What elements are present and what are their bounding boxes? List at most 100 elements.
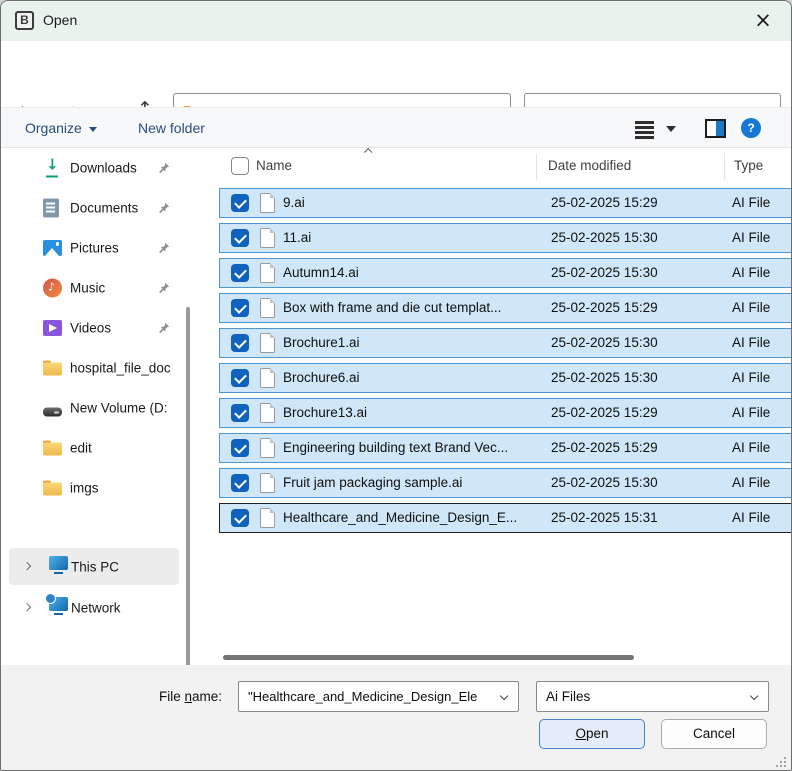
- file-name: Autumn14.ai: [283, 265, 359, 280]
- close-icon[interactable]: ×: [749, 7, 777, 35]
- file-date: 25-02-2025 15:29: [551, 195, 658, 210]
- new-folder-label: New folder: [138, 120, 205, 136]
- file-name-value[interactable]: "Healthcare_and_Medicine_Design_Ele: [248, 689, 490, 704]
- file-row[interactable]: Brochure13.ai 25-02-2025 15:29 AI File: [219, 398, 792, 428]
- view-options-caret-icon[interactable]: [666, 126, 676, 132]
- row-checkbox[interactable]: [231, 264, 249, 282]
- sidebar-item-music[interactable]: Music: [1, 268, 186, 308]
- file-icon: [260, 263, 275, 283]
- row-checkbox[interactable]: [231, 194, 249, 212]
- row-checkbox[interactable]: [231, 369, 249, 387]
- file-list-pane: Name Date modified Type 9.ai 25-02-2025 …: [201, 148, 792, 665]
- file-row[interactable]: Engineering building text Brand Vec... 2…: [219, 433, 792, 463]
- expand-chevron-icon[interactable]: [23, 562, 32, 571]
- sidebar-item-this-pc[interactable]: This PC: [9, 548, 179, 585]
- file-type: AI File: [732, 510, 770, 525]
- file-date: 25-02-2025 15:30: [551, 335, 658, 350]
- file-type-combobox[interactable]: Ai Files: [536, 681, 769, 712]
- file-row[interactable]: 11.ai 25-02-2025 15:30 AI File: [219, 223, 792, 253]
- file-date: 25-02-2025 15:30: [551, 370, 658, 385]
- music-icon: [43, 279, 62, 298]
- file-name: 11.ai: [283, 230, 311, 245]
- sidebar-item-hospital-file-doc[interactable]: hospital_file_doc: [1, 348, 186, 388]
- column-header-type[interactable]: Type: [734, 158, 763, 173]
- file-row[interactable]: Brochure1.ai 25-02-2025 15:30 AI File: [219, 328, 792, 358]
- sidebar-item-label: imgs: [70, 481, 99, 496]
- open-dialog: B Open × ← → ↑ « New ... › smaple_ai...: [0, 0, 792, 771]
- file-icon: [260, 473, 275, 493]
- column-divider[interactable]: [724, 154, 725, 180]
- expand-chevron-icon[interactable]: [23, 603, 32, 612]
- sidebar-item-network[interactable]: Network: [9, 589, 179, 626]
- file-row[interactable]: Fruit jam packaging sample.ai 25-02-2025…: [219, 468, 792, 498]
- sidebar-item-videos[interactable]: Videos: [1, 308, 186, 348]
- documents-icon: [43, 199, 59, 218]
- drive-icon: [43, 408, 62, 417]
- file-type: AI File: [732, 370, 770, 385]
- combo-chevron-icon[interactable]: [500, 692, 509, 701]
- preview-pane-icon[interactable]: [705, 119, 726, 138]
- row-checkbox[interactable]: [231, 474, 249, 492]
- pin-icon: [157, 282, 170, 295]
- horizontal-scrollbar[interactable]: [223, 655, 634, 660]
- sidebar-item-label: Documents: [70, 201, 138, 216]
- file-icon: [260, 508, 275, 528]
- file-row[interactable]: Autumn14.ai 25-02-2025 15:30 AI File: [219, 258, 792, 288]
- open-button[interactable]: Open: [539, 719, 645, 749]
- sidebar-item-label: Pictures: [70, 241, 119, 256]
- row-checkbox[interactable]: [231, 334, 249, 352]
- file-icon: [260, 368, 275, 388]
- sidebar-item-label: New Volume (D:: [70, 401, 168, 416]
- folder-icon: [43, 481, 62, 496]
- file-name-combobox[interactable]: "Healthcare_and_Medicine_Design_Ele: [238, 681, 519, 712]
- file-row[interactable]: Brochure6.ai 25-02-2025 15:30 AI File: [219, 363, 792, 393]
- combo-chevron-icon[interactable]: [750, 692, 759, 701]
- row-checkbox[interactable]: [231, 404, 249, 422]
- command-bar: Organize New folder ?: [1, 107, 791, 148]
- sidebar-item-label: edit: [70, 441, 92, 456]
- row-checkbox[interactable]: [231, 229, 249, 247]
- sidebar-item-label: This PC: [71, 559, 119, 574]
- folder-icon: [43, 361, 62, 376]
- row-checkbox[interactable]: [231, 509, 249, 527]
- file-type: AI File: [732, 405, 770, 420]
- column-divider[interactable]: [536, 154, 537, 180]
- sidebar-item-imgs[interactable]: imgs: [1, 468, 186, 508]
- resize-grip[interactable]: [772, 753, 788, 769]
- sidebar-item-pictures[interactable]: Pictures: [1, 228, 186, 268]
- sidebar-item-downloads[interactable]: Downloads: [1, 148, 186, 188]
- cancel-button[interactable]: Cancel: [661, 719, 767, 749]
- file-type: AI File: [732, 300, 770, 315]
- file-type: AI File: [732, 335, 770, 350]
- file-name: 9.ai: [283, 195, 305, 210]
- new-folder-button[interactable]: New folder: [138, 120, 205, 136]
- file-row[interactable]: 9.ai 25-02-2025 15:29 AI File: [219, 188, 792, 218]
- file-name: Healthcare_and_Medicine_Design_E...: [283, 510, 517, 525]
- sidebar-item-edit[interactable]: edit: [1, 428, 186, 468]
- column-header-name[interactable]: Name: [256, 158, 292, 173]
- file-name-label: File name:: [159, 689, 222, 704]
- row-checkbox[interactable]: [231, 439, 249, 457]
- file-row[interactable]: Healthcare_and_Medicine_Design_E... 25-0…: [219, 503, 792, 533]
- column-header-row: Name Date modified Type: [201, 148, 792, 186]
- file-type: AI File: [732, 230, 770, 245]
- file-date: 25-02-2025 15:29: [551, 300, 658, 315]
- file-date: 25-02-2025 15:29: [551, 405, 658, 420]
- pin-icon: [157, 162, 170, 175]
- file-icon: [260, 193, 275, 213]
- file-name: Engineering building text Brand Vec...: [283, 440, 508, 455]
- file-rows: 9.ai 25-02-2025 15:29 AI File 11.ai 25-0…: [201, 188, 792, 538]
- column-header-date-modified[interactable]: Date modified: [548, 158, 631, 173]
- organize-button[interactable]: Organize: [25, 120, 97, 136]
- view-list-icon[interactable]: [635, 121, 654, 141]
- sidebar-quick-list: Downloads Documents Pictures Music Video…: [1, 148, 201, 508]
- help-button[interactable]: ?: [741, 118, 761, 138]
- sidebar-item-new-volume-d[interactable]: New Volume (D:: [1, 388, 186, 428]
- file-row[interactable]: Box with frame and die cut templat... 25…: [219, 293, 792, 323]
- file-icon: [260, 333, 275, 353]
- select-all-checkbox[interactable]: [231, 157, 249, 175]
- row-checkbox[interactable]: [231, 299, 249, 317]
- folder-icon: [43, 441, 62, 456]
- file-icon: [260, 438, 275, 458]
- sidebar-item-documents[interactable]: Documents: [1, 188, 186, 228]
